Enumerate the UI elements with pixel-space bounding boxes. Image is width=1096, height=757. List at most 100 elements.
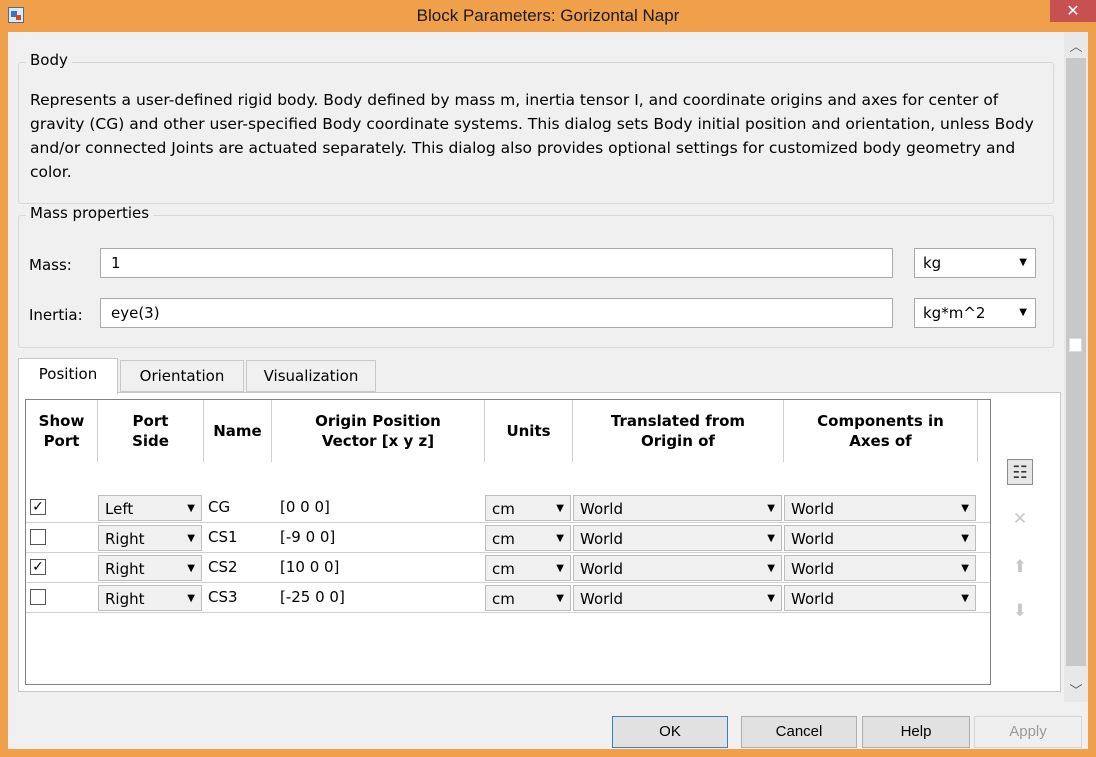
cell-value: cm (492, 560, 515, 578)
mass-unit-value: kg (923, 254, 942, 272)
table-row: Right ▼ CS3 [-25 0 0] cm ▼ World ▼ World ▼ (26, 583, 990, 613)
dropdown-arrow-icon: ▼ (767, 503, 775, 514)
dropdown-arrow-icon: ▼ (767, 593, 775, 604)
components-select[interactable]: World ▼ (784, 555, 976, 581)
tab-position[interactable]: Position (18, 358, 118, 394)
port-side-select[interactable]: Right ▼ (98, 555, 202, 581)
translated-select[interactable]: World ▼ (573, 555, 782, 581)
translated-select[interactable]: World ▼ (573, 525, 782, 551)
cancel-button[interactable]: Cancel (741, 716, 857, 748)
window-title: Block Parameters: Gorizontal Napr (416, 6, 680, 25)
units-select[interactable]: cm ▼ (485, 585, 571, 611)
move-down-icon[interactable]: ⬇ (1007, 598, 1033, 624)
mass-unit-select[interactable]: kg ▼ (914, 248, 1036, 278)
move-up-icon[interactable]: ⬆ (1007, 554, 1033, 580)
dropdown-arrow-icon: ▼ (1019, 257, 1027, 268)
help-button[interactable]: Help (862, 716, 970, 748)
cell-value: World (580, 530, 623, 548)
inertia-label: Inertia: (29, 306, 83, 324)
delete-row-icon[interactable]: ✕ (1007, 506, 1033, 532)
body-cs-table: Show Port Port Side Name Origin Position Ve… (25, 399, 991, 685)
vertical-scrollbar[interactable]: ︿ ﹀ (1064, 32, 1088, 702)
header-text: Components in (817, 412, 944, 430)
dropdown-arrow-icon: ▼ (961, 533, 969, 544)
apply-button[interactable]: Apply (974, 716, 1082, 748)
header-text: Translated from (610, 412, 746, 430)
components-select[interactable]: World ▼ (784, 525, 976, 551)
body-description: Represents a user-defined rigid body. Bo… (30, 91, 1034, 181)
inertia-unit-select[interactable]: kg*m^2 ▼ (914, 298, 1036, 328)
dropdown-arrow-icon: ▼ (187, 533, 195, 544)
port-side-select[interactable]: Left ▼ (98, 495, 202, 521)
port-side-select[interactable]: Right ▼ (98, 525, 202, 551)
header-text: Port (43, 432, 80, 450)
header-text: Axes of (849, 432, 912, 450)
name-cell[interactable]: CS3 (208, 583, 268, 612)
name-cell[interactable]: CG (208, 493, 268, 522)
dropdown-arrow-icon: ▼ (1019, 307, 1027, 318)
scroll-position-marker (1069, 338, 1082, 352)
scroll-thumb[interactable] (1066, 58, 1086, 666)
show-port-checkbox[interactable]: ✓ (30, 499, 46, 515)
mass-label: Mass: (29, 256, 72, 274)
header-text: Origin of (641, 432, 715, 450)
origin-cell[interactable]: [10 0 0] (280, 553, 480, 582)
name-cell[interactable]: CS1 (208, 523, 268, 552)
cell-value: World (580, 560, 623, 578)
header-text: Show (38, 412, 85, 430)
components-select[interactable]: World ▼ (784, 585, 976, 611)
dropdown-arrow-icon: ▼ (187, 563, 195, 574)
origin-cell[interactable]: [-9 0 0] (280, 523, 480, 552)
inertia-input[interactable]: eye(3) (100, 298, 893, 328)
scroll-down-icon[interactable]: ﹀ (1064, 680, 1088, 700)
dropdown-arrow-icon: ▼ (961, 593, 969, 604)
tab-orientation[interactable]: Orientation (120, 360, 244, 392)
header-text: Name (213, 422, 262, 440)
show-port-checkbox[interactable] (30, 589, 46, 605)
port-side-select[interactable]: Right ▼ (98, 585, 202, 611)
cell-value: cm (492, 530, 515, 548)
dropdown-arrow-icon: ▼ (187, 503, 195, 514)
col-header-origin: Origin Position Vector [x y z] (272, 400, 485, 462)
translated-select[interactable]: World ▼ (573, 585, 782, 611)
units-select[interactable]: cm ▼ (485, 555, 571, 581)
col-header-units: Units (485, 400, 573, 462)
units-select[interactable]: cm ▼ (485, 495, 571, 521)
cell-value: World (580, 590, 623, 608)
scroll-up-icon[interactable]: ︿ (1064, 36, 1088, 56)
close-button[interactable]: ✕ (1050, 0, 1096, 22)
col-header-port-side: Port Side (98, 400, 204, 462)
show-port-checkbox[interactable]: ✓ (30, 559, 46, 575)
table-row: ✓ Right ▼ CS2 [10 0 0] cm ▼ World ▼ World ▼ (26, 553, 990, 583)
ok-button[interactable]: OK (612, 716, 728, 748)
dropdown-arrow-icon: ▼ (556, 593, 564, 604)
mass-input[interactable]: 1 (100, 248, 893, 278)
translated-select[interactable]: World ▼ (573, 495, 782, 521)
cell-value: cm (492, 590, 515, 608)
dropdown-arrow-icon: ▼ (556, 533, 564, 544)
cell-value: Right (105, 560, 145, 578)
header-text: Vector [x y z] (321, 432, 435, 450)
col-header-name: Name (204, 400, 272, 462)
cell-value: Right (105, 530, 145, 548)
add-row-icon[interactable]: ☷ (1007, 459, 1033, 485)
cell-value: World (791, 530, 834, 548)
inertia-unit-value: kg*m^2 (923, 304, 986, 322)
cell-value: World (791, 500, 834, 518)
origin-cell[interactable]: [-25 0 0] (280, 583, 480, 612)
header-text: Units (506, 422, 551, 440)
mass-properties-legend: Mass properties (26, 204, 154, 222)
dropdown-arrow-icon: ▼ (767, 563, 775, 574)
col-header-components: Components in Axes of (784, 400, 978, 462)
show-port-checkbox[interactable] (30, 529, 46, 545)
dropdown-arrow-icon: ▼ (187, 593, 195, 604)
cell-value: cm (492, 500, 515, 518)
units-select[interactable]: cm ▼ (485, 525, 571, 551)
name-cell[interactable]: CS2 (208, 553, 268, 582)
cell-value: World (580, 500, 623, 518)
components-select[interactable]: World ▼ (784, 495, 976, 521)
origin-cell[interactable]: [0 0 0] (280, 493, 480, 522)
tab-visualization[interactable]: Visualization (246, 360, 376, 392)
dialog-client: Body Represents a user-defined rigid bod… (8, 32, 1088, 749)
cell-value: Left (105, 500, 134, 518)
